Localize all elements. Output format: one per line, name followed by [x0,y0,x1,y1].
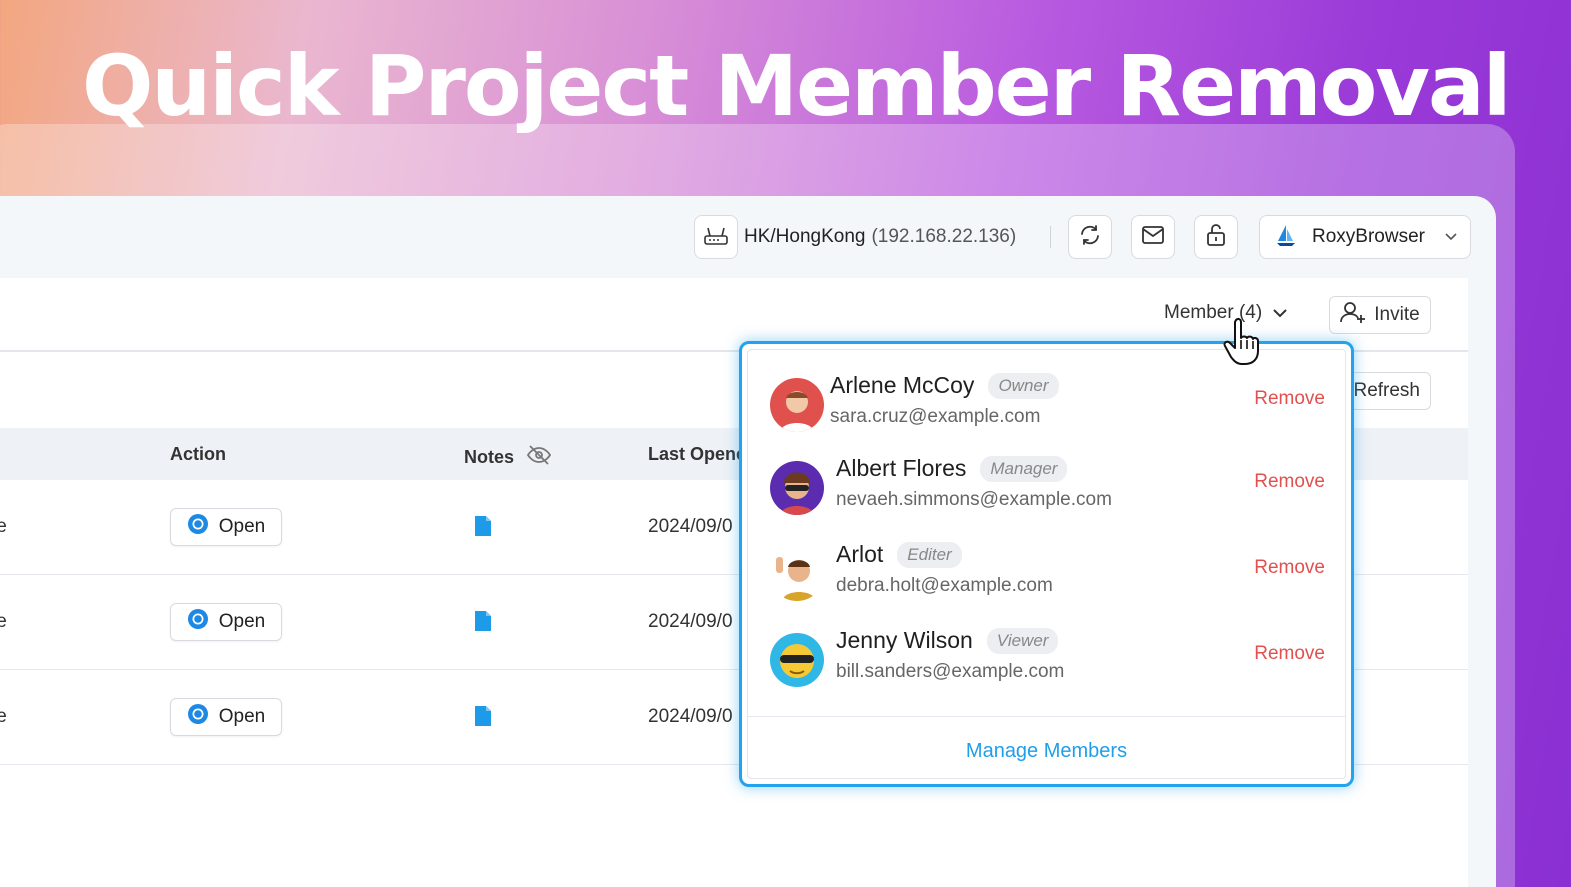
unlock-icon [1205,223,1227,252]
chrome-icon [187,608,209,636]
refresh-label: Refresh [1353,380,1420,401]
last-opened-date: 2024/09/0 [648,611,733,632]
hand-cursor-icon [1222,316,1266,371]
member-name-row: Arlene McCoy Owner [830,372,1059,399]
member-name: Arlot [836,541,884,567]
eye-off-icon[interactable] [526,444,552,471]
manage-members-link[interactable]: Manage Members [748,740,1345,763]
column-header-last-opened: Last Opene [648,444,747,464]
chevron-down-icon [1444,232,1458,242]
last-opened-date: 2024/09/0 [648,706,733,727]
column-header-action: Action [170,444,226,464]
mail-button[interactable] [1131,215,1175,259]
avatar [770,461,824,515]
avatar [770,633,824,687]
browser-selector[interactable]: RoxyBrowser [1259,215,1471,259]
router-icon [703,224,729,251]
member-item: Arlot Editer debra.holt@example.com Remo… [748,541,1345,627]
member-name-row: Jenny Wilson Viewer [836,627,1059,654]
chevron-down-icon [1272,302,1288,324]
member-name-row: Albert Flores Manager [836,455,1068,482]
avatar [770,378,824,432]
member-email: nevaeh.simmons@example.com [836,489,1112,510]
role-badge: Viewer [986,627,1059,654]
proxy-ip: (192.168.22.136) [871,226,1017,247]
roxy-logo-icon [1274,223,1298,252]
member-name: Jenny Wilson [836,627,973,653]
open-label: Open [218,706,266,727]
chrome-icon [187,703,209,731]
add-user-icon [1340,300,1366,330]
member-item: Jenny Wilson Viewer bill.sanders@example… [748,627,1345,713]
hero-title: Quick Project Member Removal [82,37,1512,135]
open-button[interactable]: Open [170,508,282,546]
note-icon[interactable] [473,609,493,638]
sync-button[interactable] [1068,215,1112,259]
member-email: bill.sanders@example.com [836,661,1065,682]
topbar: HK/HongKong (192.168.22.136) RoxyBrowser [0,196,1496,276]
lock-button[interactable] [1194,215,1238,259]
proxy-location: HK/HongKong [744,226,866,247]
proxy-info: HK/HongKong (192.168.22.136) [744,226,1016,248]
row-name: le [0,706,7,727]
last-opened-date: 2024/09/0 [648,516,733,537]
remove-button[interactable]: Remove [1254,388,1325,410]
open-button[interactable]: Open [170,698,282,736]
member-name: Arlene McCoy [830,372,975,398]
member-item: Arlene McCoy Owner sara.cruz@example.com… [748,372,1345,458]
avatar [770,547,824,601]
member-item: Albert Flores Manager nevaeh.simmons@exa… [748,455,1345,541]
row-name: le [0,611,7,632]
chrome-icon [187,513,209,541]
role-badge: Owner [988,372,1059,399]
divider [748,716,1345,717]
member-name: Albert Flores [836,455,967,481]
open-label: Open [218,516,266,537]
member-dropdown: Arlene McCoy Owner sara.cruz@example.com… [739,341,1354,787]
divider [1050,226,1051,248]
remove-button[interactable]: Remove [1254,643,1325,665]
role-badge: Manager [980,455,1068,482]
invite-button[interactable]: Invite [1329,296,1431,334]
open-label: Open [218,611,266,632]
browser-name: RoxyBrowser [1312,226,1425,247]
remove-button[interactable]: Remove [1254,471,1325,493]
invite-label: Invite [1374,304,1420,325]
note-icon[interactable] [473,514,493,543]
note-icon[interactable] [473,704,493,733]
member-name-row: Arlot Editer [836,541,962,568]
role-badge: Editer [897,541,962,568]
member-email: sara.cruz@example.com [830,406,1041,427]
mail-icon [1141,225,1165,250]
member-email: debra.holt@example.com [836,575,1053,596]
open-button[interactable]: Open [170,603,282,641]
column-header-notes: Notes [464,444,552,471]
proxy-button[interactable] [694,215,738,259]
row-name: le [0,516,7,537]
refresh-icon [1078,223,1102,252]
remove-button[interactable]: Remove [1254,557,1325,579]
member-list: Arlene McCoy Owner sara.cruz@example.com… [747,349,1346,779]
